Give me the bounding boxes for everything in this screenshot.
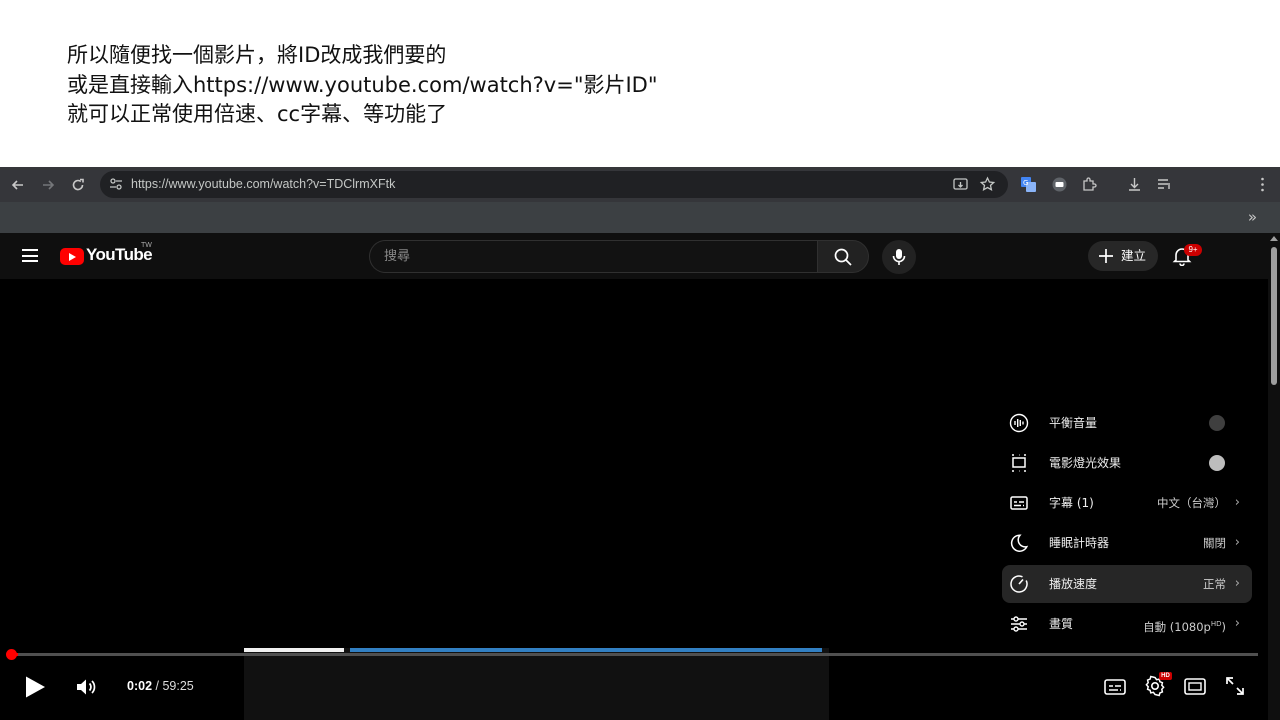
ambient-mode-icon xyxy=(1012,454,1026,472)
chevron-right-icon: › xyxy=(1234,576,1240,591)
caption-line-2: 或是直接輸入https://www.youtube.com/watch?v="影… xyxy=(67,73,658,97)
storyboard-preview xyxy=(244,648,829,720)
playback-speed-icon xyxy=(1010,575,1028,593)
bookmarks-bar: » xyxy=(0,202,1280,233)
forward-button[interactable] xyxy=(37,174,59,196)
storyboard-segment-current xyxy=(244,648,344,652)
menu-label: 畫質 xyxy=(1049,617,1074,631)
menu-value: 關閉 xyxy=(1203,536,1226,550)
subtitles-icon xyxy=(1010,496,1028,510)
ambient-mode-toggle[interactable] xyxy=(1209,455,1225,471)
menu-value: 正常 xyxy=(1203,577,1226,591)
video-player[interactable]: 0:02 / 59:25 HD 平衡音量 電影燈光效果 字幕 (1) 中文（台灣… xyxy=(0,279,1268,720)
region-code: TW xyxy=(141,242,152,249)
slide-caption: 所以隨便找一個影片，將ID改成我們要的 或是直接輸入https://www.yo… xyxy=(0,0,1280,167)
url-text[interactable]: https://www.youtube.com/watch?v=TDClrmXF… xyxy=(131,171,395,198)
menu-item-sleep-timer[interactable]: 睡眠計時器 關閉 › xyxy=(1002,524,1252,562)
bookmarks-overflow-button[interactable]: » xyxy=(1248,208,1257,226)
back-button[interactable] xyxy=(7,174,29,196)
duration: 59:25 xyxy=(162,679,194,693)
menu-label: 睡眠計時器 xyxy=(1049,536,1110,550)
menu-label: 字幕 (1) xyxy=(1049,496,1094,510)
hd-badge: HD xyxy=(1159,672,1172,680)
voice-search-button[interactable] xyxy=(882,240,916,274)
scroll-up-arrow-icon[interactable] xyxy=(1270,236,1278,241)
reload-button[interactable] xyxy=(67,174,89,196)
arrow-left-icon xyxy=(11,180,23,190)
reading-list-icon[interactable] xyxy=(1156,176,1173,193)
menu-item-quality[interactable]: 畫質 自動 (1080pHD) › xyxy=(1002,605,1252,643)
address-bar[interactable]: https://www.youtube.com/watch?v=TDClrmXF… xyxy=(100,171,1008,198)
search-placeholder: 搜尋 xyxy=(384,249,411,264)
storyboard-segment-hover xyxy=(350,648,822,652)
menu-item-playback-speed[interactable]: 播放速度 正常 › xyxy=(1002,565,1252,603)
volume-icon[interactable] xyxy=(76,677,98,697)
microphone-icon xyxy=(892,249,906,265)
hamburger-menu-icon[interactable] xyxy=(22,249,38,262)
browser-toolbar: https://www.youtube.com/watch?v=TDClrmXF… xyxy=(0,167,1280,202)
storyboard-chapter-bar xyxy=(244,648,829,652)
translate-extension-icon[interactable]: G xyxy=(1020,176,1037,193)
caption-line-3: 就可以正常使用倍速、cc字幕、等功能了 xyxy=(67,102,448,126)
site-info-icon[interactable] xyxy=(108,176,124,192)
arrow-right-icon xyxy=(43,180,55,190)
progress-bar[interactable] xyxy=(10,653,1258,656)
stable-volume-toggle[interactable] xyxy=(1209,415,1225,431)
plus-icon xyxy=(1099,249,1113,263)
browser-menu-icon[interactable] xyxy=(1254,176,1271,193)
chevron-right-icon: › xyxy=(1234,616,1240,631)
download-icon[interactable] xyxy=(1126,176,1143,193)
create-button[interactable]: 建立 xyxy=(1088,241,1158,271)
install-app-icon[interactable] xyxy=(952,176,969,193)
quality-value-suffix: ) xyxy=(1221,619,1227,634)
menu-label: 播放速度 xyxy=(1049,577,1098,591)
search-icon xyxy=(834,248,852,266)
quality-sliders-icon xyxy=(1011,616,1027,632)
settings-menu: 平衡音量 電影燈光效果 字幕 (1) 中文（台灣） › 睡眠計時器 關閉 › 播… xyxy=(994,404,1260,650)
fullscreen-icon[interactable] xyxy=(1225,676,1245,696)
progress-scrubber[interactable] xyxy=(6,649,17,660)
menu-value: 中文（台灣） xyxy=(1157,496,1226,510)
quality-value: 自動 (1080p xyxy=(1143,619,1211,634)
extensions-puzzle-icon[interactable] xyxy=(1081,176,1098,193)
create-label: 建立 xyxy=(1121,248,1147,263)
reload-icon xyxy=(72,178,84,191)
page-scrollbar[interactable] xyxy=(1268,233,1280,720)
bookmark-star-icon[interactable] xyxy=(979,176,996,193)
chat-extension-icon[interactable] xyxy=(1051,176,1068,193)
menu-item-stable-volume[interactable]: 平衡音量 xyxy=(1002,404,1252,442)
menu-item-subtitles[interactable]: 字幕 (1) 中文（台灣） › xyxy=(1002,484,1252,522)
menu-label: 電影燈光效果 xyxy=(1049,456,1122,470)
menu-label: 平衡音量 xyxy=(1049,416,1098,430)
time-separator: / xyxy=(152,679,163,693)
theater-mode-icon[interactable] xyxy=(1184,678,1206,695)
chevron-right-icon: › xyxy=(1234,495,1240,510)
chevron-right-icon: › xyxy=(1234,535,1240,550)
menu-item-ambient-mode[interactable]: 電影燈光效果 xyxy=(1002,444,1252,482)
notification-count-badge: 9+ xyxy=(1184,244,1202,256)
scrollbar-thumb[interactable] xyxy=(1271,247,1277,385)
play-icon[interactable] xyxy=(23,675,47,699)
youtube-header: YouTube TW 搜尋 建立 9+ xyxy=(0,233,1280,279)
time-display: 0:02 / 59:25 xyxy=(127,679,194,693)
menu-value: 自動 (1080pHD) xyxy=(1143,605,1226,646)
stable-volume-icon xyxy=(1009,413,1029,433)
current-time: 0:02 xyxy=(127,679,153,693)
browser-window: https://www.youtube.com/watch?v=TDClrmXF… xyxy=(0,167,1280,720)
svg-text:G: G xyxy=(1023,179,1028,187)
search-input[interactable]: 搜尋 xyxy=(369,240,817,273)
quality-hd-sup: HD xyxy=(1210,620,1222,628)
sleep-timer-moon-icon xyxy=(1010,534,1029,552)
subtitles-cc-icon[interactable] xyxy=(1104,679,1126,695)
caption-line-1: 所以隨便找一個影片，將ID改成我們要的 xyxy=(67,43,447,67)
search-button[interactable] xyxy=(817,240,869,273)
youtube-logo-icon[interactable] xyxy=(60,248,84,265)
